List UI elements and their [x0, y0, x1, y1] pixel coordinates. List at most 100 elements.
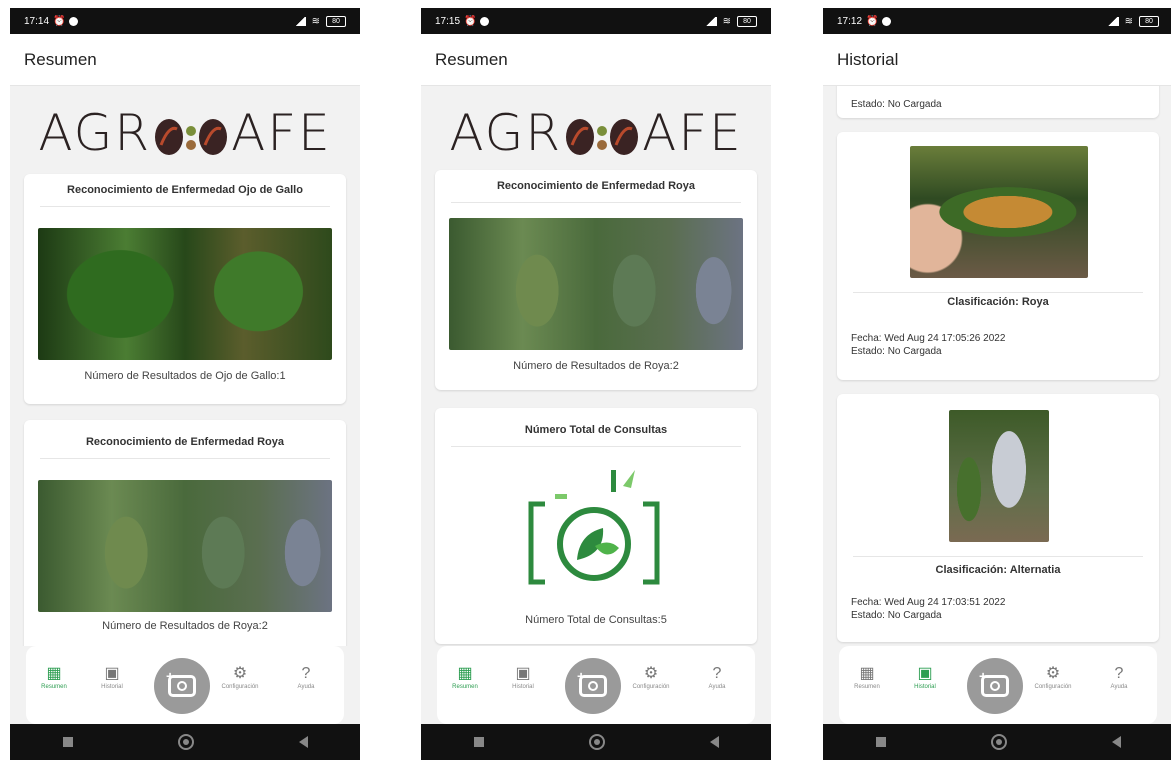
back-button[interactable]: [1111, 736, 1121, 748]
history-date: Fecha: Wed Aug 24 17:05:26 2022: [851, 333, 1006, 344]
nav-resumen[interactable]: ▦ Resumen: [28, 664, 80, 690]
nav-configuracion[interactable]: ⚙ Configuración: [1027, 664, 1079, 690]
nav-configuracion[interactable]: ⚙ Configuración: [625, 664, 677, 690]
alarm-icon: ⏰: [464, 15, 477, 27]
nav-resumen[interactable]: ▦ Resumen: [841, 664, 893, 690]
status-time: 17:15: [435, 15, 461, 27]
card-title: Reconocimiento de Enfermedad Roya: [85, 436, 285, 448]
card-roya[interactable]: Reconocimiento de Enfermedad Roya Número…: [435, 170, 757, 390]
history-image: [949, 410, 1049, 542]
card-roya[interactable]: Reconocimiento de Enfermedad Roya Número…: [24, 420, 346, 646]
chart-icon: ▦: [46, 665, 62, 682]
bottom-nav: ▦ Resumen ▣ Historial + ⚙ Configuración ? Ay…: [839, 646, 1157, 724]
notification-icon: [882, 16, 892, 26]
content-area[interactable]: AGR AFE Reconocimiento de Enfermedad Ojo …: [10, 86, 360, 646]
system-nav-bar: [823, 724, 1171, 760]
page-title: Resumen: [10, 34, 360, 86]
home-button[interactable]: [990, 734, 1007, 750]
help-icon: ?: [301, 665, 311, 682]
nav-ayuda[interactable]: ? Ayuda: [280, 664, 332, 690]
battery-icon: 80: [737, 15, 757, 27]
signal-icon: [1106, 16, 1119, 26]
coffee-bean-logo-icon: [566, 118, 639, 155]
system-nav-bar: [10, 724, 360, 760]
plus-icon: +: [166, 668, 175, 684]
notification-icon: [69, 16, 79, 26]
back-button[interactable]: [709, 736, 719, 748]
nav-historial[interactable]: ▣ Historial: [86, 664, 138, 690]
card-title: Reconocimiento de Enfermedad Ojo de Gall…: [67, 184, 303, 196]
agrocafe-logo: AGR AFE: [38, 104, 332, 162]
notification-icon: [480, 16, 490, 26]
card-caption: Número Total de Consultas:5: [525, 614, 667, 626]
nav-ayuda[interactable]: ? Ayuda: [1093, 664, 1145, 690]
system-nav-bar: [421, 724, 771, 760]
bottom-nav: ▦ Resumen ▣ Historial + ⚙ Configuración ? Ay…: [26, 646, 344, 724]
nav-configuracion[interactable]: ⚙ Configuración: [214, 664, 266, 690]
phone-screen-resumen-2: 17:15 ⏰ ≋ 80 Resumen AGR AFE Reconocimiento…: [421, 8, 771, 760]
chart-icon: ▦: [457, 665, 473, 682]
history-item[interactable]: Clasificación: Roya Fecha: Wed Aug 24 17…: [837, 132, 1159, 380]
plus-icon: +: [979, 668, 988, 684]
nav-historial[interactable]: ▣ Historial: [497, 664, 549, 690]
battery-icon: 80: [1139, 15, 1159, 27]
bottom-nav: ▦ Resumen ▣ Historial + ⚙ Configuración ? Ay…: [437, 646, 755, 724]
plus-icon: +: [577, 668, 586, 684]
gallery-icon: ▣: [515, 665, 531, 682]
coffee-bean-logo-icon: [155, 118, 228, 155]
signal-icon: [293, 16, 306, 26]
status-time: 17:12: [837, 15, 863, 27]
back-button[interactable]: [298, 736, 308, 748]
card-caption: Número de Resultados de Roya:2: [513, 360, 679, 372]
roya-image: [38, 480, 332, 612]
card-title: Número Total de Consultas: [524, 424, 668, 436]
alarm-icon: ⏰: [53, 15, 66, 27]
help-icon: ?: [712, 665, 722, 682]
nav-ayuda[interactable]: ? Ayuda: [691, 664, 743, 690]
wifi-icon: ≋: [311, 15, 320, 27]
divider: [40, 206, 330, 207]
status-bar: 17:15 ⏰ ≋ 80: [421, 8, 771, 34]
alarm-icon: ⏰: [866, 15, 879, 27]
history-item[interactable]: Estado: No Cargada: [837, 86, 1159, 118]
history-state: Estado: No Cargada: [851, 610, 942, 621]
gear-icon: ⚙: [643, 665, 659, 682]
signal-icon: [704, 16, 717, 26]
divider: [451, 202, 741, 203]
card-total-consultas[interactable]: Número Total de Consultas Número Total d…: [435, 408, 757, 644]
nav-resumen[interactable]: ▦ Resumen: [439, 664, 491, 690]
gear-icon: ⚙: [232, 665, 248, 682]
home-button[interactable]: [177, 734, 194, 750]
home-button[interactable]: [588, 734, 605, 750]
recents-button[interactable]: [62, 737, 73, 747]
camera-fab-button[interactable]: +: [565, 658, 621, 714]
history-list[interactable]: Estado: No Cargada Clasificación: Roya F…: [823, 86, 1171, 646]
card-title: Reconocimiento de Enfermedad Roya: [496, 180, 696, 192]
history-state: Estado: No Cargada: [851, 99, 942, 110]
agrocafe-logo: AGR AFE: [449, 104, 743, 162]
history-item[interactable]: Clasificación: Alternatia Fecha: Wed Aug…: [837, 394, 1159, 642]
page-title: Historial: [823, 34, 1171, 86]
camera-fab-button[interactable]: +: [154, 658, 210, 714]
history-state: Estado: No Cargada: [851, 346, 942, 357]
recents-button[interactable]: [473, 737, 484, 747]
history-date: Fecha: Wed Aug 24 17:03:51 2022: [851, 597, 1006, 608]
content-area[interactable]: AGR AFE Reconocimiento de Enfermedad Roya…: [421, 86, 771, 646]
divider: [451, 446, 741, 447]
recents-button[interactable]: [875, 737, 886, 747]
history-classification: Clasificación: Roya: [947, 296, 1049, 308]
gear-icon: ⚙: [1045, 665, 1061, 682]
chart-icon: ▦: [859, 665, 875, 682]
help-icon: ?: [1114, 665, 1124, 682]
page-title: Resumen: [421, 34, 771, 86]
camera-fab-button[interactable]: +: [967, 658, 1023, 714]
card-ojo-de-gallo[interactable]: Reconocimiento de Enfermedad Ojo de Gall…: [24, 174, 346, 404]
history-image: [910, 146, 1088, 278]
gallery-icon: ▣: [917, 665, 933, 682]
nav-historial[interactable]: ▣ Historial: [899, 664, 951, 690]
card-caption: Número de Resultados de Ojo de Gallo:1: [84, 370, 286, 382]
phone-screen-resumen-1: 17:14 ⏰ ≋ 80 Resumen AGR AFE Reconocimiento…: [10, 8, 360, 760]
wifi-icon: ≋: [722, 15, 731, 27]
divider: [853, 556, 1143, 557]
ojo-de-gallo-image: [38, 228, 332, 360]
